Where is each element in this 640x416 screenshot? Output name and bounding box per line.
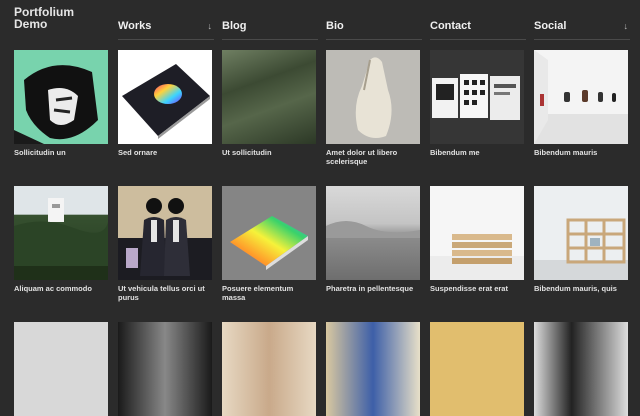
nav-works[interactable]: Works ↓	[118, 20, 214, 40]
portfolio-item[interactable]: Ut vehicula tellus orci ut purus	[118, 186, 212, 302]
portfolio-item[interactable]: Bibendum me	[430, 50, 524, 157]
portfolio-item[interactable]	[430, 322, 524, 416]
chevron-down-icon[interactable]: ↓	[208, 21, 213, 31]
item-caption: Aliquam ac commodo	[14, 284, 92, 293]
portfolio-item[interactable]	[14, 322, 108, 416]
thumbnail-partial[interactable]	[430, 322, 524, 416]
item-caption: Ut sollicitudin	[222, 148, 272, 157]
item-caption: Sed ornare	[118, 148, 158, 157]
thumbnail-canvas-bag[interactable]	[326, 50, 420, 144]
nav-works-label: Works	[118, 20, 152, 32]
portfolio-item[interactable]: Amet dolor ut libero scelerisque	[326, 50, 420, 166]
portfolio-item[interactable]: Bibendum mauris, quis	[534, 186, 628, 293]
nav-blog-label: Blog	[222, 20, 247, 32]
portfolio-item[interactable]: Sed ornare	[118, 50, 212, 157]
figures-artwork	[118, 186, 212, 280]
item-caption: Amet dolor ut libero scelerisque	[326, 148, 398, 166]
portfolio-item[interactable]: Aliquam ac commodo	[14, 186, 108, 293]
thumbnail-shelving-unit[interactable]	[534, 186, 628, 280]
nav-bio-label: Bio	[326, 20, 344, 32]
nav-contact-label: Contact	[430, 20, 471, 32]
portfolio-item[interactable]	[222, 322, 316, 416]
portfolio-item[interactable]: Pharetra in pellentesque	[326, 186, 420, 293]
thumbnail-gallery-room[interactable]	[534, 50, 628, 144]
thumbnail-book-color-wheel[interactable]	[118, 50, 212, 144]
item-caption: Pharetra in pellentesque	[326, 284, 414, 293]
chevron-down-icon[interactable]: ↓	[624, 21, 629, 31]
item-caption: Posuere elementum massa	[222, 284, 294, 302]
portfolio-item[interactable]	[534, 322, 628, 416]
thumbnail-portrait-painting[interactable]	[14, 50, 108, 144]
sea-artwork	[326, 221, 420, 238]
thumbnail-wooden-pallets[interactable]	[430, 186, 524, 280]
book-artwork	[118, 50, 212, 144]
thumbnail-partial[interactable]	[222, 322, 316, 416]
portrait-artwork	[14, 50, 108, 144]
nav-contact[interactable]: Contact	[430, 20, 526, 40]
thumbnail-partial[interactable]	[534, 322, 628, 416]
item-caption: Bibendum mauris, quis	[534, 284, 617, 293]
thumbnail-cliff-house[interactable]	[14, 186, 108, 280]
site-logo[interactable]: Portfolium Demo	[14, 6, 100, 30]
item-caption: Ut vehicula tellus orci ut purus	[118, 284, 205, 302]
thumbnail-booklets[interactable]	[430, 50, 524, 144]
house-artwork	[14, 198, 108, 280]
item-caption: Suspendisse erat erat	[430, 284, 508, 293]
thumbnail-suited-figures[interactable]	[118, 186, 212, 280]
rainbow-book-artwork	[222, 186, 316, 280]
thumbnail-partial[interactable]	[326, 322, 420, 416]
thumbnail-rainbow-book[interactable]	[222, 186, 316, 280]
item-caption: Bibendum mauris	[534, 148, 598, 157]
pallets-artwork	[430, 186, 524, 280]
thumbnail-partial[interactable]	[14, 322, 108, 416]
nav-bio[interactable]: Bio	[326, 20, 422, 40]
item-caption: Sollicitudin un	[14, 148, 66, 157]
portfolio-item[interactable]: Ut sollicitudin	[222, 50, 316, 157]
thumbnail-misty-sea[interactable]	[326, 186, 420, 280]
portfolio-item[interactable]	[326, 322, 420, 416]
thumbnail-partial[interactable]	[118, 322, 212, 416]
item-caption: Bibendum me	[430, 148, 480, 157]
bag-artwork	[326, 50, 420, 144]
portfolio-item[interactable]: Bibendum mauris	[534, 50, 628, 157]
nav-social-label: Social	[534, 20, 567, 32]
nav-social[interactable]: Social ↓	[534, 20, 630, 40]
nav-blog[interactable]: Blog	[222, 20, 318, 40]
booklets-artwork	[430, 50, 524, 144]
shelving-artwork	[534, 186, 628, 280]
portfolio-item[interactable]: Posuere elementum massa	[222, 186, 316, 302]
portfolio-item[interactable]: Suspendisse erat erat	[430, 186, 524, 293]
gallery-artwork	[534, 50, 628, 144]
thumbnail-forest-foliage[interactable]	[222, 50, 316, 144]
portfolio-item[interactable]: Sollicitudin un	[14, 50, 108, 157]
portfolio-item[interactable]	[118, 322, 212, 416]
